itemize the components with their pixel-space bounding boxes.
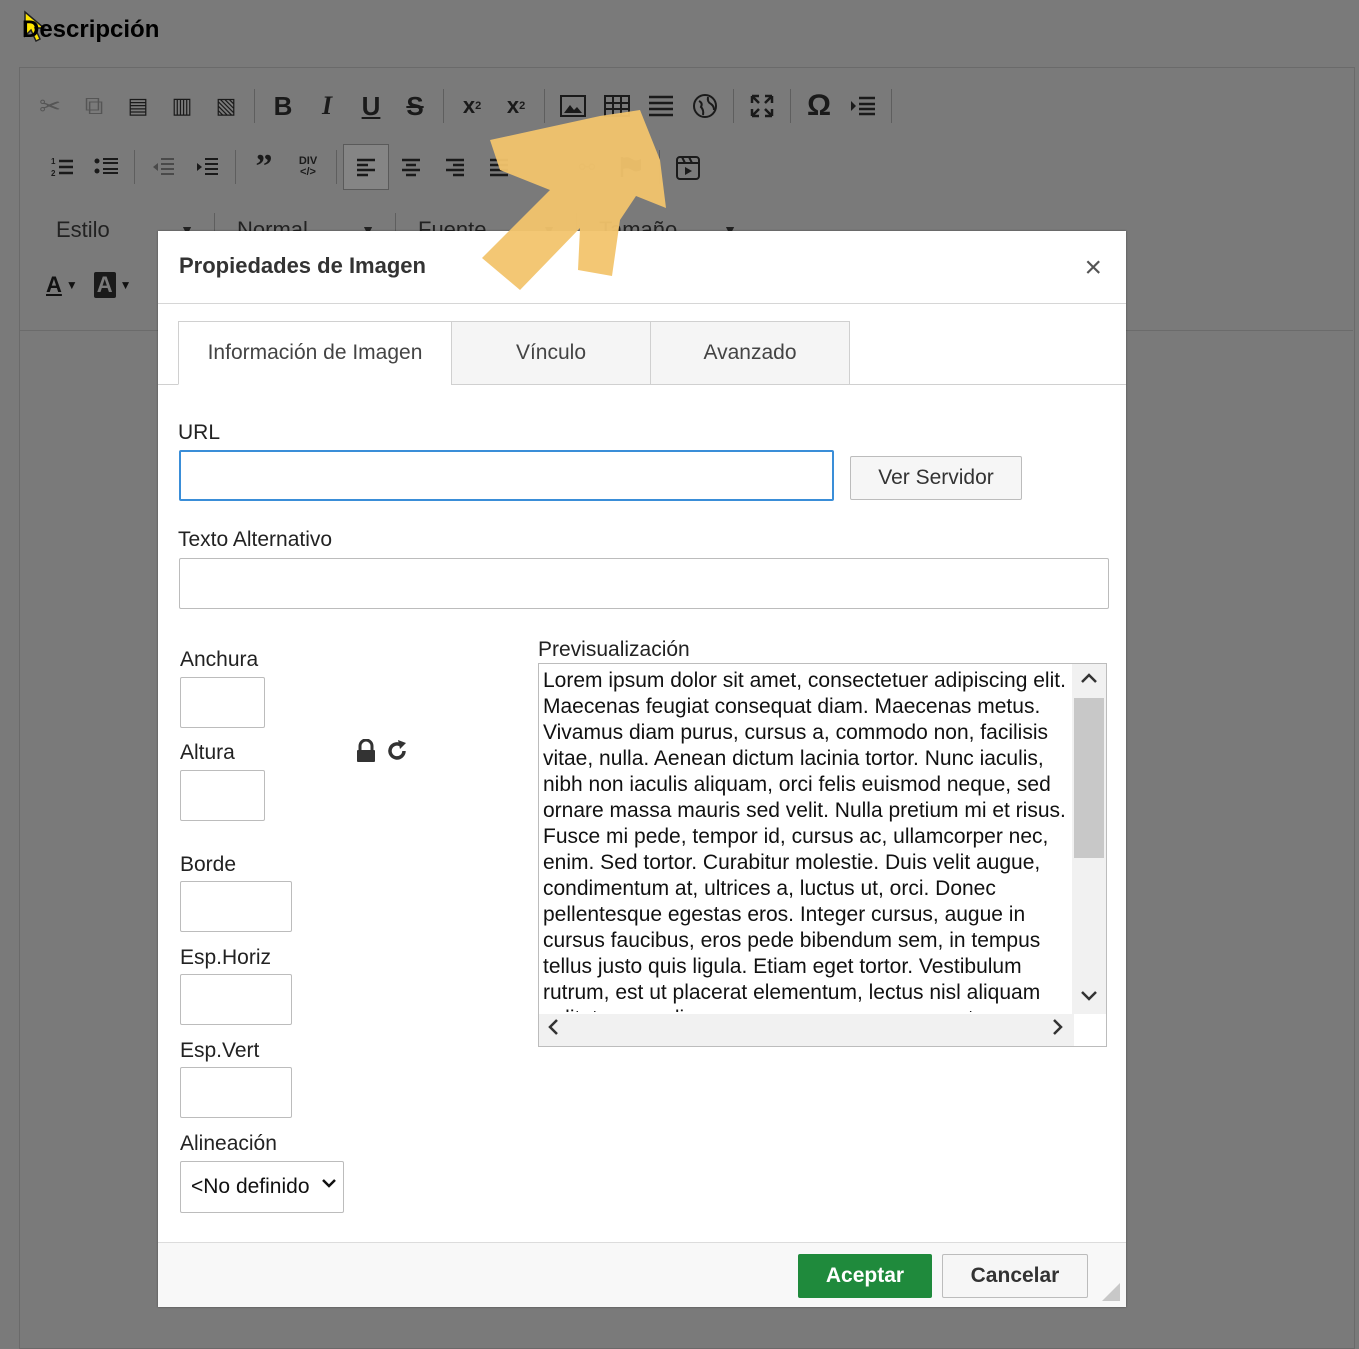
lock-icon[interactable]: [355, 739, 377, 763]
ratio-controls: [355, 739, 409, 763]
scrollbar-thumb[interactable]: [1074, 698, 1104, 858]
align-left-icon[interactable]: [343, 144, 389, 190]
preview-vertical-scrollbar[interactable]: [1072, 664, 1106, 1014]
border-label: Borde: [180, 853, 237, 876]
chevron-left-icon[interactable]: [547, 1018, 559, 1042]
editor-title: Descripción: [22, 16, 160, 43]
svg-text:1: 1: [51, 157, 56, 166]
tab-link[interactable]: Vínculo: [451, 321, 651, 385]
close-icon[interactable]: ×: [1084, 253, 1102, 283]
cut-icon[interactable]: ✂: [28, 84, 72, 128]
toolbar-separator: [336, 150, 337, 184]
tab-advanced[interactable]: Avanzado: [650, 321, 850, 385]
paste-text-icon[interactable]: ▥: [160, 84, 204, 128]
italic-icon[interactable]: I: [305, 84, 349, 128]
preview-horizontal-scrollbar[interactable]: [539, 1014, 1074, 1046]
chevron-down-icon: ▼: [65, 278, 78, 292]
hspace-label: Esp.Horiz: [180, 946, 272, 969]
preview-text: Lorem ipsum dolor sit amet, consectetuer…: [543, 669, 1066, 1012]
svg-text:2: 2: [51, 169, 56, 178]
chevron-right-icon[interactable]: [1052, 1018, 1064, 1042]
unlink-icon[interactable]: ⚯: [565, 145, 609, 189]
underline-icon[interactable]: U: [349, 84, 393, 128]
chevron-up-icon[interactable]: [1080, 668, 1098, 689]
media-embed-icon[interactable]: [666, 145, 710, 189]
resize-handle[interactable]: [1102, 1283, 1120, 1301]
align-right-icon[interactable]: [433, 145, 477, 189]
anchor-flag-icon[interactable]: [609, 145, 653, 189]
numbered-list-icon[interactable]: 12: [40, 145, 84, 189]
alt-text-label: Texto Alternativo: [178, 528, 333, 551]
copy-icon[interactable]: ⧉: [72, 84, 116, 128]
subscript-icon[interactable]: x2: [450, 84, 494, 128]
preview-box[interactable]: Lorem ipsum dolor sit amet, consectetuer…: [538, 663, 1107, 1047]
dialog-tabs: Información de Imagen Vínculo Avanzado: [178, 321, 850, 385]
vspace-label: Esp.Vert: [180, 1039, 260, 1062]
superscript-icon[interactable]: x2: [494, 84, 538, 128]
globe-icon[interactable]: [683, 84, 727, 128]
color-buttons: A ▼ A ▼: [46, 272, 132, 298]
border-input[interactable]: [180, 881, 292, 932]
width-input[interactable]: [180, 677, 265, 728]
indent-list-icon[interactable]: [841, 84, 885, 128]
url-input[interactable]: [179, 450, 834, 501]
blockquote-icon[interactable]: ”: [242, 145, 286, 189]
chevron-down-icon: ▼: [119, 278, 132, 292]
align-select-value: <No definido>: [191, 1175, 309, 1198]
toolbar-separator: [443, 89, 444, 123]
bulleted-list-icon[interactable]: [84, 145, 128, 189]
reset-size-icon[interactable]: [385, 739, 409, 763]
toolbar-row-1: ✂ ⧉ ▤ ▥ ▧ B I U S x2 x2 Ω: [28, 84, 898, 128]
browse-server-button[interactable]: Ver Servidor: [850, 456, 1022, 500]
align-label: Alineación: [180, 1132, 277, 1155]
special-char-icon[interactable]: Ω: [797, 84, 841, 128]
tab-image-info[interactable]: Información de Imagen: [178, 321, 452, 385]
height-input[interactable]: [180, 770, 265, 821]
toolbar-row-2: 12 ” DIV</> ∞ ⚯: [40, 144, 710, 190]
image-icon[interactable]: [551, 84, 595, 128]
align-select[interactable]: <No definido>: [180, 1161, 344, 1213]
paste-icon[interactable]: ▤: [116, 84, 160, 128]
dialog-title: Propiedades de Imagen: [179, 253, 426, 278]
cancel-button[interactable]: Cancelar: [942, 1254, 1088, 1298]
width-label: Anchura: [180, 648, 259, 671]
maximize-icon[interactable]: [740, 84, 784, 128]
toolbar-separator: [790, 89, 791, 123]
div-icon[interactable]: DIV </>: [286, 145, 330, 189]
toolbar-separator: [235, 150, 236, 184]
align-center-icon[interactable]: [389, 145, 433, 189]
toolbar-separator: [134, 150, 135, 184]
hspace-input[interactable]: [180, 974, 292, 1025]
justify-icon[interactable]: [477, 145, 521, 189]
ok-button[interactable]: Aceptar: [798, 1254, 932, 1298]
toolbar-separator: [733, 89, 734, 123]
bold-icon[interactable]: B: [261, 84, 305, 128]
toolbar-separator: [659, 150, 660, 184]
chevron-down-icon[interactable]: [1080, 986, 1098, 1007]
dialog-title-divider: [158, 303, 1126, 304]
style-combo-label: Estilo: [56, 217, 110, 242]
horizontal-rule-icon[interactable]: [639, 84, 683, 128]
alt-text-input[interactable]: [179, 558, 1109, 609]
paste-word-icon[interactable]: ▧: [204, 84, 248, 128]
toolbar-separator: [891, 89, 892, 123]
strike-icon[interactable]: S: [393, 84, 437, 128]
image-properties-dialog: Propiedades de Imagen × Información de I…: [158, 231, 1126, 1307]
text-color-icon: A: [46, 272, 62, 297]
preview-label: Previsualización: [538, 638, 690, 661]
vspace-input[interactable]: [180, 1067, 292, 1118]
height-label: Altura: [180, 741, 235, 764]
bg-color-icon: A: [93, 272, 116, 298]
chevron-down-icon: [321, 1176, 337, 1194]
outdent-icon[interactable]: [141, 145, 185, 189]
indent-icon[interactable]: [185, 145, 229, 189]
url-label: URL: [178, 421, 221, 444]
toolbar-separator: [254, 89, 255, 123]
toolbar-separator: [544, 89, 545, 123]
bg-color-button[interactable]: A ▼: [93, 272, 132, 298]
table-icon[interactable]: [595, 84, 639, 128]
text-color-button[interactable]: A ▼: [46, 272, 78, 298]
